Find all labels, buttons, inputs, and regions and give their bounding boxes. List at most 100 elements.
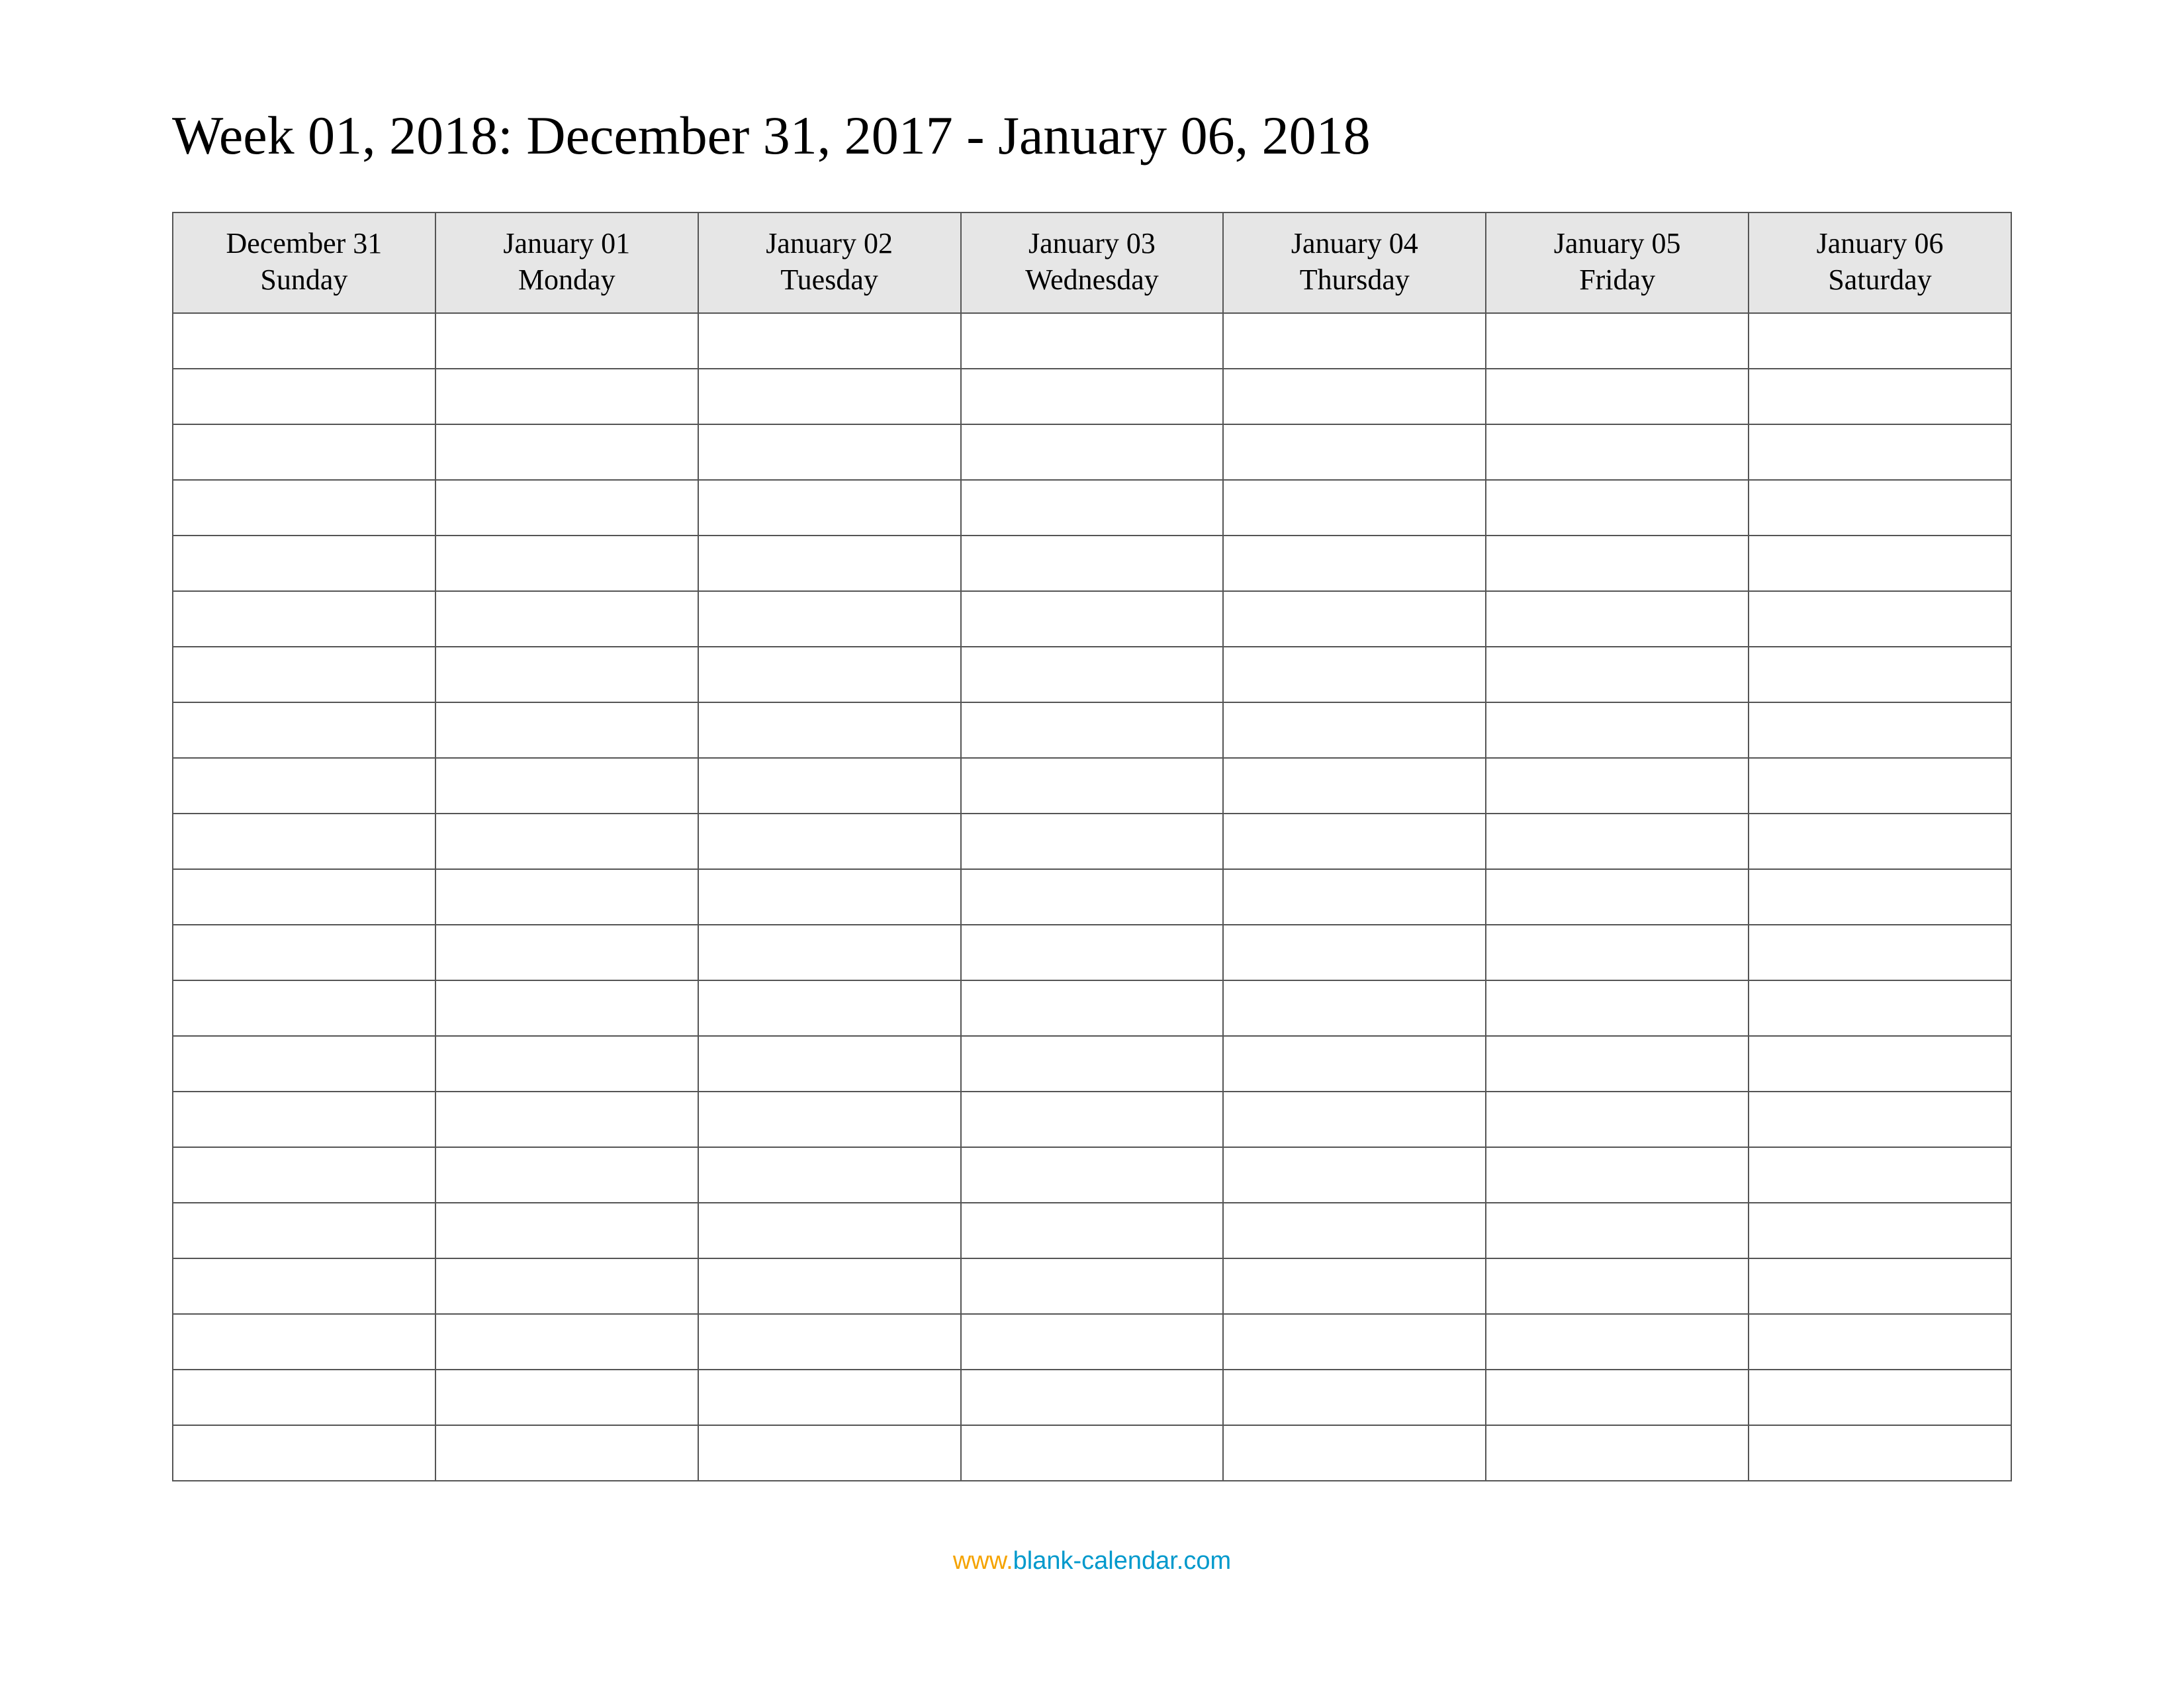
calendar-cell [1223, 1092, 1486, 1147]
calendar-cell [173, 1147, 435, 1203]
column-day: Friday [1492, 261, 1743, 298]
table-row [173, 1203, 2011, 1258]
calendar-cell [698, 702, 961, 758]
calendar-cell [173, 1425, 435, 1481]
calendar-cell [173, 424, 435, 480]
table-row [173, 480, 2011, 536]
calendar-cell [961, 1425, 1224, 1481]
calendar-cell [435, 591, 698, 647]
calendar-cell [173, 536, 435, 591]
calendar-cell [435, 1425, 698, 1481]
calendar-cell [173, 591, 435, 647]
column-header: January 02 Tuesday [698, 212, 961, 313]
table-row [173, 1370, 2011, 1425]
table-row [173, 702, 2011, 758]
calendar-cell [1486, 1092, 1749, 1147]
table-row [173, 814, 2011, 869]
calendar-cell [961, 1092, 1224, 1147]
calendar-cell [961, 369, 1224, 424]
calendar-cell [435, 1203, 698, 1258]
calendar-cell [1223, 869, 1486, 925]
weekly-calendar-table: December 31 Sunday January 01 Monday Jan… [172, 212, 2012, 1481]
calendar-cell [1486, 1425, 1749, 1481]
table-row [173, 1036, 2011, 1092]
calendar-cell [1486, 980, 1749, 1036]
table-row [173, 424, 2011, 480]
calendar-cell [435, 313, 698, 369]
column-header: January 06 Saturday [1749, 212, 2011, 313]
calendar-cell [173, 758, 435, 814]
calendar-cell [1749, 702, 2011, 758]
calendar-cell [961, 869, 1224, 925]
page-title: Week 01, 2018: December 31, 2017 - Janua… [172, 106, 2012, 165]
column-header: January 01 Monday [435, 212, 698, 313]
calendar-cell [698, 480, 961, 536]
column-date: January 04 [1229, 225, 1480, 261]
column-day: Wednesday [967, 261, 1218, 298]
calendar-cell [1749, 1425, 2011, 1481]
calendar-cell [435, 536, 698, 591]
calendar-cell [698, 424, 961, 480]
calendar-cell [698, 1036, 961, 1092]
column-header: January 04 Thursday [1223, 212, 1486, 313]
calendar-cell [1749, 925, 2011, 980]
calendar-cell [1223, 1314, 1486, 1370]
calendar-cell [698, 369, 961, 424]
calendar-cell [173, 1314, 435, 1370]
table-row [173, 536, 2011, 591]
calendar-cell [435, 1036, 698, 1092]
calendar-cell [1486, 1036, 1749, 1092]
calendar-cell [698, 1425, 961, 1481]
calendar-cell [1749, 980, 2011, 1036]
calendar-cell [435, 1370, 698, 1425]
calendar-cell [173, 480, 435, 536]
calendar-cell [435, 424, 698, 480]
calendar-cell [1486, 702, 1749, 758]
column-day: Saturday [1754, 261, 2005, 298]
calendar-cell [1486, 1314, 1749, 1370]
calendar-cell [961, 536, 1224, 591]
calendar-body [173, 313, 2011, 1481]
calendar-cell [435, 1092, 698, 1147]
calendar-cell [698, 758, 961, 814]
calendar-cell [698, 869, 961, 925]
calendar-cell [1223, 814, 1486, 869]
calendar-cell [1749, 369, 2011, 424]
calendar-cell [698, 1203, 961, 1258]
column-date: January 02 [704, 225, 955, 261]
footer-domain: blank-calendar.com [1013, 1547, 1232, 1575]
calendar-cell [173, 647, 435, 702]
calendar-cell [1223, 1425, 1486, 1481]
weekly-calendar-page: Week 01, 2018: December 31, 2017 - Janua… [0, 0, 2184, 1688]
table-row [173, 313, 2011, 369]
calendar-cell [1749, 647, 2011, 702]
calendar-cell [1749, 814, 2011, 869]
calendar-cell [173, 814, 435, 869]
calendar-cell [435, 1147, 698, 1203]
table-row [173, 647, 2011, 702]
calendar-cell [1749, 536, 2011, 591]
calendar-cell [961, 925, 1224, 980]
calendar-cell [1223, 702, 1486, 758]
calendar-cell [1749, 424, 2011, 480]
table-row [173, 925, 2011, 980]
calendar-cell [1749, 591, 2011, 647]
calendar-cell [173, 1370, 435, 1425]
table-row [173, 869, 2011, 925]
calendar-header-row: December 31 Sunday January 01 Monday Jan… [173, 212, 2011, 313]
calendar-cell [961, 1314, 1224, 1370]
table-row [173, 591, 2011, 647]
calendar-cell [173, 1203, 435, 1258]
calendar-cell [1749, 1147, 2011, 1203]
column-day: Sunday [179, 261, 430, 298]
calendar-cell [1486, 1370, 1749, 1425]
calendar-cell [435, 1314, 698, 1370]
calendar-cell [1749, 1314, 2011, 1370]
calendar-cell [1223, 1370, 1486, 1425]
calendar-cell [173, 369, 435, 424]
calendar-cell [1486, 647, 1749, 702]
calendar-cell [1486, 480, 1749, 536]
calendar-cell [435, 369, 698, 424]
calendar-cell [173, 313, 435, 369]
calendar-cell [1749, 1370, 2011, 1425]
